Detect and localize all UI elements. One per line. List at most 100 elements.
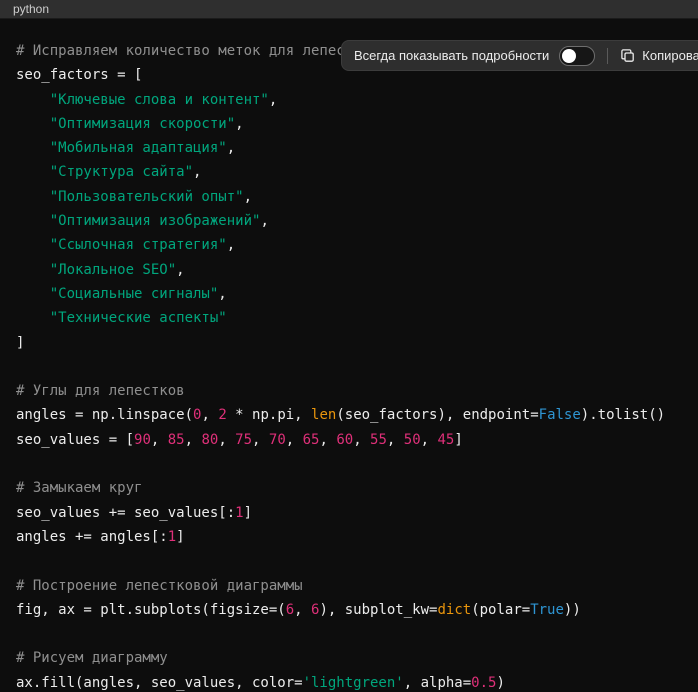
code-line [16, 549, 682, 573]
code-token: , [185, 432, 202, 448]
code-language-label: python [13, 0, 49, 19]
copy-code-button[interactable]: Копировать код [620, 48, 698, 63]
code-token [16, 92, 50, 108]
code-token: )) [564, 602, 581, 618]
code-line: "Социальные сигналы", [16, 282, 682, 306]
always-show-details-toggle[interactable] [559, 46, 595, 66]
code-token [16, 164, 50, 180]
code-token: angles = np.linspace( [16, 407, 193, 423]
code-line: seo_values += seo_values[:1] [16, 501, 682, 525]
code-token: ).tolist() [581, 407, 665, 423]
code-token: "Пользовательский опыт" [50, 189, 244, 205]
code-token: * np.pi, [227, 407, 311, 423]
code-token: 45 [437, 432, 454, 448]
code-token [16, 140, 50, 156]
code-token: , [294, 602, 311, 618]
code-line: # Замыкаем круг [16, 476, 682, 500]
code-token: , [227, 237, 235, 253]
toolbar-divider [607, 48, 608, 64]
code-block: # Исправляем количество меток для лепест… [0, 19, 698, 692]
code-line: "Пользовательский опыт", [16, 185, 682, 209]
code-token: "Оптимизация изображений" [50, 213, 261, 229]
code-token: "Ссылочная стратегия" [50, 237, 227, 253]
code-token: "Социальные сигналы" [50, 286, 219, 302]
code-token: 0.5 [471, 675, 496, 691]
code-line: # Рисуем диаграмму [16, 646, 682, 670]
code-token: # Замыкаем круг [16, 480, 142, 496]
code-token: 65 [303, 432, 320, 448]
code-token: 6 [286, 602, 294, 618]
code-token: 85 [168, 432, 185, 448]
code-line [16, 452, 682, 476]
code-token: 75 [235, 432, 252, 448]
code-token: , [227, 140, 235, 156]
code-token [16, 310, 50, 326]
code-token: 55 [370, 432, 387, 448]
code-line: angles = np.linspace(0, 2 * np.pi, len(s… [16, 403, 682, 427]
code-line: ax.fill(angles, seo_values, color='light… [16, 671, 682, 692]
code-token: , [286, 432, 303, 448]
code-token: , alpha= [404, 675, 471, 691]
code-token: , [269, 92, 277, 108]
code-line: "Оптимизация скорости", [16, 112, 682, 136]
code-line: "Мобильная адаптация", [16, 136, 682, 160]
code-token: fig, ax = plt.subplots(figsize=( [16, 602, 286, 618]
code-token: , [252, 432, 269, 448]
code-token: "Локальное SEO" [50, 262, 176, 278]
code-token [16, 189, 50, 205]
code-token: ] [454, 432, 462, 448]
always-show-details-label: Всегда показывать подробности [354, 48, 549, 63]
code-token: 80 [201, 432, 218, 448]
code-line: "Структура сайта", [16, 160, 682, 184]
code-line: angles += angles[:1] [16, 525, 682, 549]
code-token: # Рисуем диаграмму [16, 650, 168, 666]
code-token: "Мобильная адаптация" [50, 140, 227, 156]
code-line: "Технические аспекты" [16, 306, 682, 330]
code-token: , [244, 189, 252, 205]
code-token: 70 [269, 432, 286, 448]
copy-icon [620, 48, 635, 63]
code-line: # Углы для лепестков [16, 379, 682, 403]
code-token: "Структура сайта" [50, 164, 193, 180]
code-token: ] [16, 335, 24, 351]
copy-code-label: Копировать код [642, 48, 698, 63]
code-token: angles += angles[: [16, 529, 168, 545]
code-token [16, 286, 50, 302]
code-line: "Ключевые слова и контент", [16, 88, 682, 112]
code-header: python [0, 0, 698, 19]
code-token: 60 [336, 432, 353, 448]
code-token: # Углы для лепестков [16, 383, 185, 399]
code-token: , [260, 213, 268, 229]
code-token: , [176, 262, 184, 278]
code-line: "Локальное SEO", [16, 258, 682, 282]
code-token: 2 [218, 407, 226, 423]
code-token: (seo_factors), endpoint= [336, 407, 538, 423]
code-token: (polar= [471, 602, 530, 618]
code-token: # Исправляем количество меток для лепест… [16, 43, 378, 59]
code-token: 90 [134, 432, 151, 448]
code-token: dict [437, 602, 471, 618]
code-token: , [201, 407, 218, 423]
code-token [16, 262, 50, 278]
code-token [16, 237, 50, 253]
code-token: ), subplot_kw= [319, 602, 437, 618]
code-line [16, 355, 682, 379]
code-line: "Оптимизация изображений", [16, 209, 682, 233]
details-toolbar: Всегда показывать подробности Копировать… [341, 40, 698, 71]
code-line: "Ссылочная стратегия", [16, 233, 682, 257]
code-token: , [387, 432, 404, 448]
code-token: seo_values += seo_values[: [16, 505, 235, 521]
code-line: seo_values = [90, 85, 80, 75, 70, 65, 60… [16, 428, 682, 452]
code-line: fig, ax = plt.subplots(figsize=(6, 6), s… [16, 598, 682, 622]
code-snippet-window: python # Исправляем количество меток для… [0, 0, 698, 692]
code-token: ] [176, 529, 184, 545]
code-token: ] [244, 505, 252, 521]
code-token: False [539, 407, 581, 423]
code-token: seo_values = [ [16, 432, 134, 448]
code-token: 1 [168, 529, 176, 545]
code-token: "Ключевые слова и контент" [50, 92, 269, 108]
code-token: ) [496, 675, 504, 691]
code-token [16, 116, 50, 132]
code-token: , [421, 432, 438, 448]
code-line [16, 622, 682, 646]
